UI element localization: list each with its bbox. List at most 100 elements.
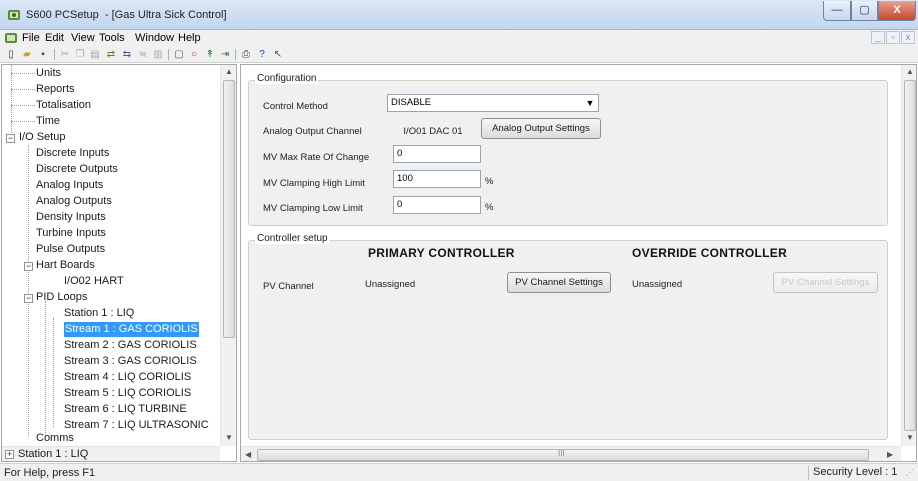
tree-item-units[interactable]: Units [36, 66, 61, 81]
tree-item-stream-1[interactable]: Stream 1 : GAS CORIOLIS [64, 322, 199, 337]
tree-item-stream-4[interactable]: Stream 4 : LIQ CORIOLIS [64, 370, 191, 385]
collapse-icon[interactable]: − [24, 262, 33, 271]
tree-item-stream-3[interactable]: Stream 3 : GAS CORIOLIS [64, 354, 197, 369]
controller-setup-group-label: Controller setup [255, 233, 330, 244]
record-icon[interactable]: ○ [187, 48, 201, 61]
settings-horizontal-scrollbar[interactable]: ◀ III ▶ [241, 446, 901, 461]
mv-max-rate-label: MV Max Rate Of Change [263, 152, 370, 163]
help-icon[interactable]: ? [255, 48, 269, 61]
tree-item-time[interactable]: Time [36, 114, 60, 129]
copy-icon[interactable]: ❐ [73, 48, 87, 61]
mdi-restore-button[interactable]: ▫ [886, 31, 900, 44]
connect-icon[interactable]: ⇄ [104, 48, 118, 61]
title-bar: S600 PCSetup - [Gas Ultra Sick Control] … [0, 0, 918, 30]
menu-help[interactable]: Help [178, 32, 201, 44]
tree-item-analog-outputs[interactable]: Analog Outputs [36, 194, 112, 209]
window-title: S600 PCSetup - [Gas Ultra Sick Control] [26, 9, 227, 21]
open-icon[interactable]: ▰ [20, 48, 34, 61]
scroll-up-icon[interactable]: ▲ [906, 67, 914, 76]
stop-icon[interactable]: ▢ [172, 48, 186, 61]
close-button[interactable]: X [878, 1, 916, 21]
tree-horizontal-scrollbar[interactable]: + Station 1 : LIQ [2, 446, 220, 461]
chevron-down-icon[interactable]: ▼ [584, 97, 596, 109]
tree-item-hart-boards[interactable]: Hart Boards [36, 258, 95, 273]
expand-icon[interactable]: + [5, 450, 14, 459]
override-controller-heading: OVERRIDE CONTROLLER [632, 246, 788, 260]
graph-icon[interactable]: ▥ [151, 48, 165, 61]
tree-item-io-setup[interactable]: I/O Setup [19, 130, 65, 145]
scroll-right-icon[interactable]: ▶ [887, 450, 893, 459]
tree-item-discrete-inputs[interactable]: Discrete Inputs [36, 146, 109, 161]
collapse-icon[interactable]: − [24, 294, 33, 303]
mdi-minimize-button[interactable]: _ [871, 31, 885, 44]
status-bar: For Help, press F1 Security Level : 1 ⋰ [0, 463, 918, 481]
tree-item-comms[interactable]: Comms [36, 431, 74, 446]
tree-item-stream-5[interactable]: Stream 5 : LIQ CORIOLIS [64, 386, 191, 401]
settings-vertical-scrollbar[interactable]: ▲ ▼ [901, 65, 916, 446]
mv-max-rate-field[interactable]: 0 [393, 145, 481, 163]
mv-clamp-low-field[interactable]: 0 [393, 196, 481, 214]
settings-vscroll-thumb[interactable] [904, 80, 916, 431]
context-help-icon[interactable]: ↖ [271, 48, 285, 61]
tree-item-station-1-liq[interactable]: Station 1 : LIQ [64, 306, 134, 321]
menu-file[interactable]: File [22, 32, 40, 44]
tree-vertical-scrollbar[interactable]: ▲ ▼ [220, 65, 236, 446]
menu-view[interactable]: View [71, 32, 95, 44]
transfer-icon[interactable]: ↟ [203, 48, 217, 61]
mdi-close-button[interactable]: x [901, 31, 915, 44]
tree-item-reports[interactable]: Reports [36, 82, 75, 97]
upload-icon[interactable]: ⇥ [218, 48, 232, 61]
tree-item-turbine-inputs[interactable]: Turbine Inputs [36, 226, 106, 241]
toolbar-separator [235, 49, 236, 60]
control-method-select[interactable]: DISABLE ▼ [387, 94, 599, 112]
toolbar-separator [168, 49, 169, 60]
tree-connector [53, 318, 54, 428]
tree-connector [45, 301, 46, 437]
app-icon [8, 10, 20, 20]
tree-item-stream-2[interactable]: Stream 2 : GAS CORIOLIS [64, 338, 197, 353]
tree-item-io02-hart[interactable]: I/O02 HART [64, 274, 124, 289]
tree-scroll-thumb[interactable] [223, 80, 235, 338]
primary-pv-channel-settings-button[interactable]: PV Channel Settings [507, 272, 611, 293]
menu-tools[interactable]: Tools [99, 32, 125, 44]
toolbar: ▯ ▰ ▪ ✂ ❐ ▤ ⇄ ⇆ ≒ ▥ ▢ ○ ↟ ⇥ ⎙ ? ↖ [0, 47, 918, 63]
document-icon[interactable] [4, 31, 18, 45]
settings-hscroll-thumb[interactable]: III [257, 449, 869, 461]
tree-item-analog-inputs[interactable]: Analog Inputs [36, 178, 103, 193]
tree-item-pid-loops[interactable]: PID Loops [36, 290, 87, 305]
disconnect-icon[interactable]: ⇆ [120, 48, 134, 61]
tree-item-stream-7[interactable]: Stream 7 : LIQ ULTRASONIC [64, 418, 209, 433]
tree-item-stream-6[interactable]: Stream 6 : LIQ TURBINE [64, 402, 187, 417]
tree-item-totalisation[interactable]: Totalisation [36, 98, 91, 113]
compare-icon[interactable]: ≒ [136, 48, 150, 61]
tree-item-discrete-outputs[interactable]: Discrete Outputs [36, 162, 118, 177]
minimize-button[interactable]: — [823, 1, 851, 21]
maximize-button[interactable]: ▢ [851, 1, 878, 21]
navigation-tree[interactable]: Units Reports Totalisation Time − I/O Se… [1, 64, 237, 462]
tree-connector [11, 65, 12, 141]
override-pv-channel-value: Unassigned [632, 279, 683, 290]
scroll-down-icon[interactable]: ▼ [906, 433, 914, 442]
override-pv-channel-settings-button[interactable]: PV Channel Settings [773, 272, 878, 293]
mv-clamp-high-field[interactable]: 100 [393, 170, 481, 188]
tree-connector [28, 145, 29, 437]
print-icon[interactable]: ⎙ [239, 48, 253, 61]
tree-item-pulse-outputs[interactable]: Pulse Outputs [36, 242, 105, 257]
menu-edit[interactable]: Edit [45, 32, 64, 44]
primary-controller-heading: PRIMARY CONTROLLER [368, 246, 515, 260]
cut-icon[interactable]: ✂ [58, 48, 72, 61]
scroll-down-icon[interactable]: ▼ [225, 433, 233, 442]
analog-output-settings-button[interactable]: Analog Output Settings [481, 118, 601, 139]
collapse-icon[interactable]: − [6, 134, 15, 143]
scroll-up-icon[interactable]: ▲ [225, 67, 233, 76]
paste-icon[interactable]: ▤ [88, 48, 102, 61]
save-icon[interactable]: ▪ [36, 48, 50, 61]
menu-window[interactable]: Window [135, 32, 174, 44]
toolbar-separator [54, 49, 55, 60]
tree-item-station-1-liq-root[interactable]: Station 1 : LIQ [18, 447, 88, 461]
resize-grip-icon[interactable]: ⋰ [906, 468, 914, 477]
new-icon[interactable]: ▯ [4, 48, 18, 61]
scroll-left-icon[interactable]: ◀ [245, 450, 251, 459]
menu-bar: File Edit View Tools Window Help _ ▫ x [0, 30, 918, 47]
tree-item-density-inputs[interactable]: Density Inputs [36, 210, 106, 225]
